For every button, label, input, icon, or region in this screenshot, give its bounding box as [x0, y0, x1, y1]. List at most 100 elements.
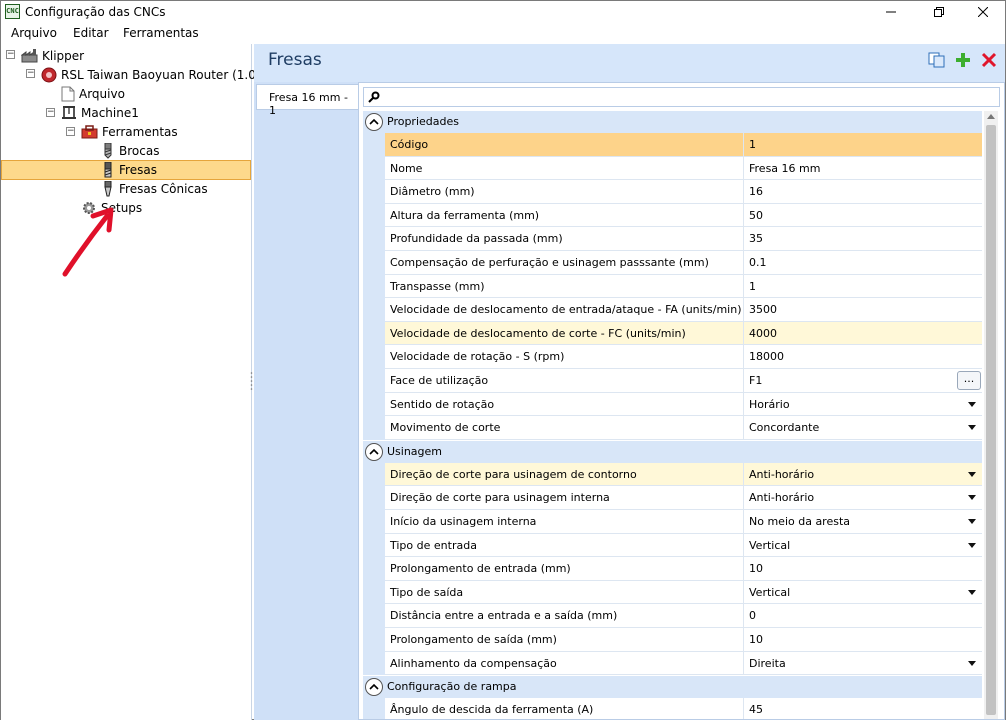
- property-name: Tipo de entrada: [385, 533, 744, 558]
- property-value[interactable]: 4000: [744, 321, 982, 346]
- tab-fresa-16mm[interactable]: Fresa 16 mm - 1: [256, 84, 358, 117]
- tree-node-klipper[interactable]: Klipper: [21, 46, 84, 65]
- property-value[interactable]: 10: [744, 557, 982, 581]
- expander-machine[interactable]: −: [46, 108, 55, 117]
- property-row[interactable]: Movimento de corte Concordante: [363, 416, 982, 440]
- property-row[interactable]: Tipo de saída Vertical: [363, 580, 982, 605]
- property-value[interactable]: 45: [744, 698, 982, 719]
- expander-klipper[interactable]: −: [6, 50, 15, 59]
- tree-node-machine1[interactable]: Machine1: [61, 103, 139, 122]
- property-row[interactable]: Velocidade de deslocamento de entrada/at…: [363, 298, 982, 322]
- dropdown-arrow-icon[interactable]: [968, 542, 976, 548]
- tree-panel: − Klipper − RSL Taiwan Baoyuan Router (1…: [1, 44, 261, 720]
- property-row[interactable]: Código 1: [363, 133, 982, 157]
- category-propriedades[interactable]: Propriedades: [363, 111, 982, 133]
- tree-node-brocas[interactable]: Brocas: [101, 141, 159, 160]
- dropdown-arrow-icon[interactable]: [968, 471, 976, 477]
- category-usinagem[interactable]: Usinagem: [363, 440, 982, 463]
- property-value[interactable]: 35: [744, 227, 982, 251]
- factory-icon: [21, 48, 38, 62]
- dropdown-arrow-icon[interactable]: [968, 425, 976, 431]
- property-row[interactable]: Prolongamento de saída (mm) 10: [363, 628, 982, 652]
- property-row[interactable]: Direção de corte para usinagem interna An…: [363, 486, 982, 510]
- property-value[interactable]: Anti-horário: [744, 462, 982, 487]
- property-value[interactable]: 0: [744, 604, 982, 628]
- property-value[interactable]: No meio da aresta: [744, 510, 982, 534]
- property-row[interactable]: Velocidade de rotação - S (rpm) 18000: [363, 345, 982, 369]
- property-value[interactable]: 10: [744, 628, 982, 652]
- scroll-thumb[interactable]: [986, 125, 996, 715]
- row-gutter: [363, 156, 385, 181]
- row-gutter: [363, 462, 385, 487]
- property-row[interactable]: Profundidade da passada (mm) 35: [363, 227, 982, 251]
- property-name: Nome: [385, 156, 744, 181]
- menu-editar[interactable]: Editar: [73, 26, 109, 40]
- browse-ellipsis-button[interactable]: ...: [957, 371, 981, 390]
- property-value[interactable]: Anti-horário: [744, 486, 982, 510]
- property-row[interactable]: Tipo de entrada Vertical: [363, 533, 982, 558]
- property-value[interactable]: F1...: [744, 369, 982, 393]
- search-input[interactable]: [384, 89, 994, 105]
- tree-node-fresas[interactable]: Fresas: [101, 160, 157, 179]
- property-row[interactable]: Velocidade de deslocamento de corte - FC…: [363, 321, 982, 346]
- property-value[interactable]: 3500: [744, 298, 982, 322]
- property-row[interactable]: Face de utilização F1...: [363, 369, 982, 393]
- property-value[interactable]: Fresa 16 mm: [744, 157, 982, 181]
- delete-button[interactable]: [980, 52, 998, 68]
- property-row[interactable]: Alinhamento da compensação Direita: [363, 651, 982, 676]
- property-row[interactable]: Direção de corte para usinagem de contor…: [363, 462, 982, 487]
- dropdown-arrow-icon[interactable]: [968, 495, 976, 501]
- property-value-text: 45: [749, 703, 763, 717]
- splitter-grip[interactable]: [250, 371, 253, 391]
- dropdown-arrow-icon[interactable]: [968, 660, 976, 666]
- minimize-button[interactable]: [869, 1, 913, 23]
- property-row[interactable]: Prolongamento de entrada (mm) 10: [363, 557, 982, 581]
- menu-arquivo[interactable]: Arquivo: [11, 26, 57, 40]
- property-value[interactable]: Direita: [744, 652, 982, 676]
- property-row[interactable]: Início da usinagem interna No meio da are…: [363, 510, 982, 534]
- close-window-button[interactable]: [961, 1, 1005, 23]
- tree-node-arquivo[interactable]: Arquivo: [61, 84, 125, 103]
- property-row[interactable]: Distância entre a entrada e a saída (mm)…: [363, 604, 982, 628]
- menu-ferramentas[interactable]: Ferramentas: [123, 26, 199, 40]
- property-row[interactable]: Ângulo de descida da ferramenta (A) 45: [363, 698, 982, 719]
- dropdown-arrow-icon[interactable]: [968, 589, 976, 595]
- add-button[interactable]: [954, 52, 972, 68]
- category-rampa[interactable]: Configuração de rampa: [363, 676, 982, 699]
- dropdown-arrow-icon[interactable]: [968, 401, 976, 407]
- property-value[interactable]: Concordante: [744, 416, 982, 440]
- scroll-up-arrow[interactable]: [987, 114, 995, 119]
- collapse-chevron-up-icon[interactable]: [365, 113, 383, 131]
- expander-ferramentas[interactable]: −: [66, 127, 75, 136]
- property-value[interactable]: 0.1: [744, 251, 982, 275]
- property-value[interactable]: Horário: [744, 393, 982, 417]
- property-row[interactable]: Transpasse (mm) 1: [363, 274, 982, 299]
- property-row[interactable]: Altura da ferramenta (mm) 50: [363, 203, 982, 228]
- expander-router[interactable]: −: [26, 69, 35, 78]
- property-row[interactable]: Nome Fresa 16 mm: [363, 156, 982, 181]
- collapse-chevron-up-icon[interactable]: [365, 442, 383, 461]
- property-value-text: Vertical: [749, 585, 791, 599]
- property-value[interactable]: 1: [744, 275, 982, 299]
- tool-tabstrip: Fresa 16 mm - 1: [254, 82, 358, 720]
- tree-node-ferramentas[interactable]: Ferramentas: [81, 122, 178, 141]
- property-value[interactable]: Vertical: [744, 534, 982, 558]
- vertical-scrollbar[interactable]: [984, 111, 998, 719]
- restore-button[interactable]: [917, 1, 961, 23]
- property-row[interactable]: Diâmetro (mm) 16: [363, 180, 982, 204]
- property-value[interactable]: 16: [744, 180, 982, 204]
- property-row[interactable]: Compensação de perfuração e usinagem pas…: [363, 251, 982, 275]
- collapse-chevron-up-icon[interactable]: [365, 678, 383, 697]
- duplicate-button[interactable]: [928, 52, 946, 68]
- property-row[interactable]: Sentido de rotação Horário: [363, 392, 982, 417]
- search-box[interactable]: [363, 87, 1000, 107]
- property-value[interactable]: 1: [744, 133, 982, 157]
- property-name: Sentido de rotação: [385, 392, 744, 417]
- property-value[interactable]: 50: [744, 204, 982, 228]
- tree-node-router[interactable]: RSL Taiwan Baoyuan Router (1.0): [41, 65, 261, 84]
- dropdown-arrow-icon[interactable]: [968, 519, 976, 524]
- property-value-text: 1: [749, 279, 756, 293]
- property-grid-area: Propriedades Código 1 Nome Fresa 16 mm Diâmet…: [358, 82, 1005, 720]
- property-value[interactable]: Vertical: [744, 581, 982, 605]
- property-value[interactable]: 18000: [744, 345, 982, 369]
